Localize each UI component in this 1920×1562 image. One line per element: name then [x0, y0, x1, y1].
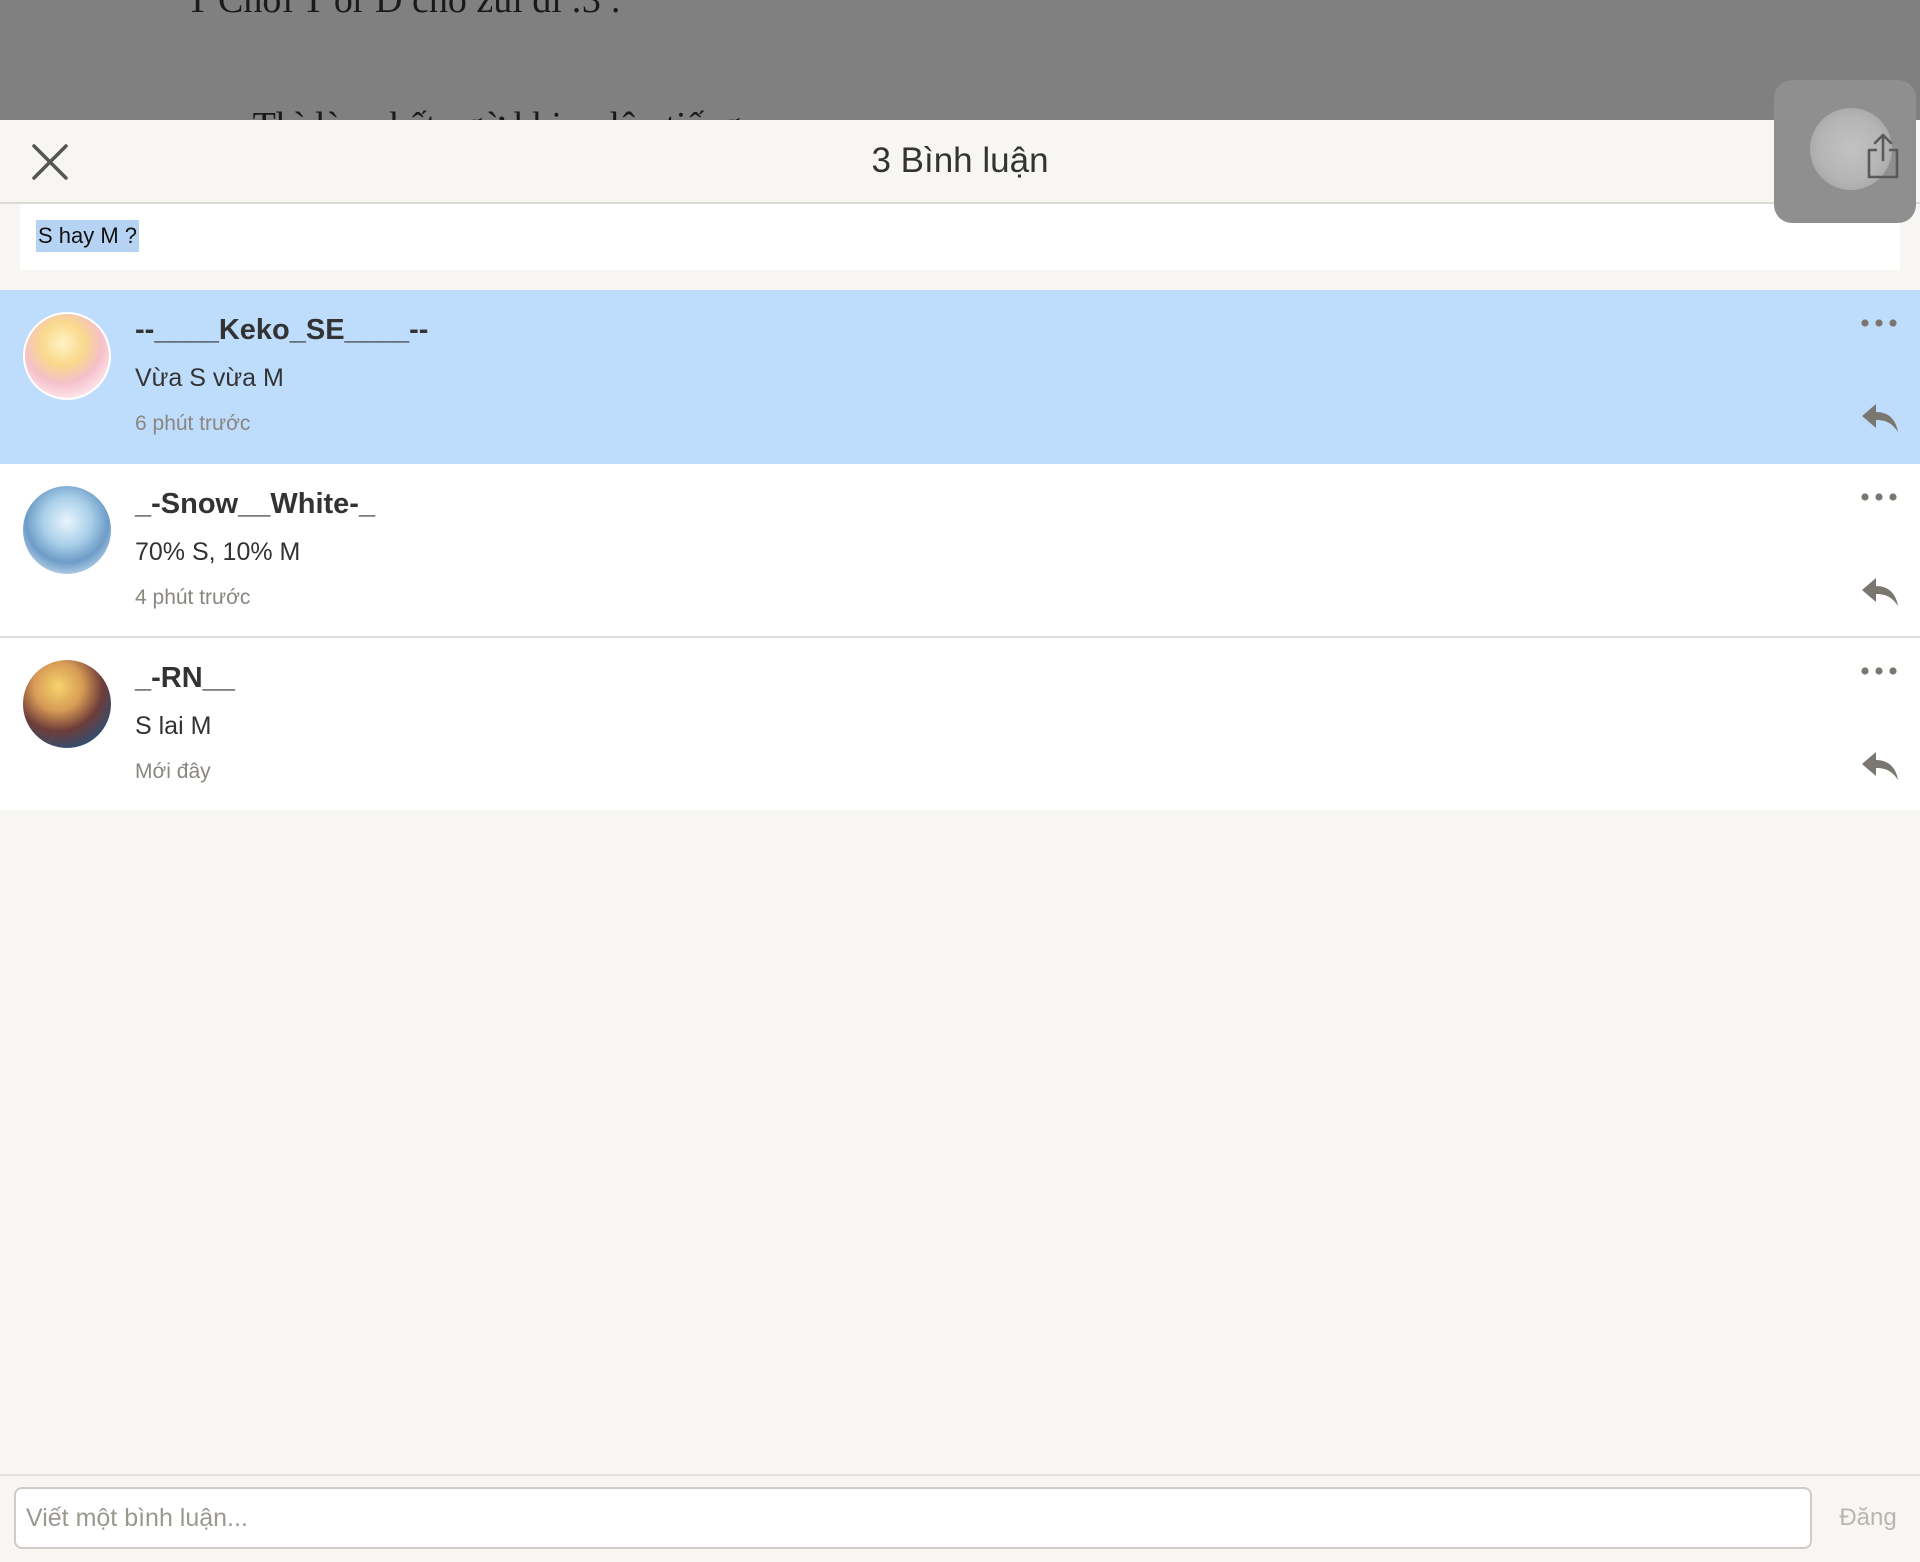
comments-sheet: 3 Bình luận S hay M ? --____Keko_SE____-… — [0, 120, 1920, 1562]
more-options-button[interactable] — [1858, 664, 1900, 678]
reply-icon — [1862, 752, 1898, 780]
share-button[interactable] — [1774, 80, 1916, 223]
story-backdrop: T Chơi T or D cho zui đi :3 : -Thì là ..… — [0, 0, 1920, 122]
story-text-line: T Chơi T or D cho zui đi :3 : — [186, 0, 621, 21]
reply-icon — [1862, 404, 1898, 432]
quoted-text: S hay M ? — [36, 220, 140, 252]
reply-icon — [1862, 578, 1898, 606]
reply-button[interactable] — [1860, 750, 1900, 782]
more-icon — [1861, 493, 1897, 501]
more-options-button[interactable] — [1858, 316, 1900, 330]
comment-timestamp: 4 phút trước — [135, 586, 251, 609]
comment-body: 70% S, 10% M — [135, 538, 301, 566]
reply-button[interactable] — [1860, 576, 1900, 608]
comment-body: S lai M — [135, 712, 212, 740]
comment-list: --____Keko_SE____-- Vừa S vừa M 6 phút t… — [0, 290, 1920, 810]
comment-timestamp: 6 phút trước — [135, 412, 251, 435]
avatar[interactable] — [23, 312, 111, 400]
comment-username[interactable]: _-RN__ — [135, 662, 235, 695]
comment-username[interactable]: _-Snow__White-_ — [135, 488, 375, 521]
comments-header: 3 Bình luận — [0, 120, 1920, 204]
comment-item[interactable]: _-Snow__White-_ 70% S, 10% M 4 phút trướ… — [0, 464, 1920, 638]
more-icon — [1861, 319, 1897, 327]
reply-button[interactable] — [1860, 402, 1900, 434]
more-icon — [1861, 667, 1897, 675]
avatar[interactable] — [23, 486, 111, 574]
avatar[interactable] — [23, 660, 111, 748]
comment-timestamp: Mới đây — [135, 760, 211, 783]
comment-composer: Đăng — [0, 1474, 1920, 1562]
comment-username[interactable]: --____Keko_SE____-- — [135, 314, 428, 347]
comment-item[interactable]: _-RN__ S lai M Mới đây — [0, 638, 1920, 810]
comment-input[interactable] — [14, 1487, 1812, 1549]
page-title: 3 Bình luận — [871, 141, 1049, 180]
quoted-paragraph: S hay M ? — [20, 204, 1900, 270]
comment-item[interactable]: --____Keko_SE____-- Vừa S vừa M 6 phút t… — [0, 290, 1920, 464]
share-icon — [1867, 133, 1899, 179]
comment-body: Vừa S vừa M — [135, 364, 284, 392]
post-button[interactable]: Đăng — [1826, 1487, 1910, 1549]
more-options-button[interactable] — [1858, 490, 1900, 504]
